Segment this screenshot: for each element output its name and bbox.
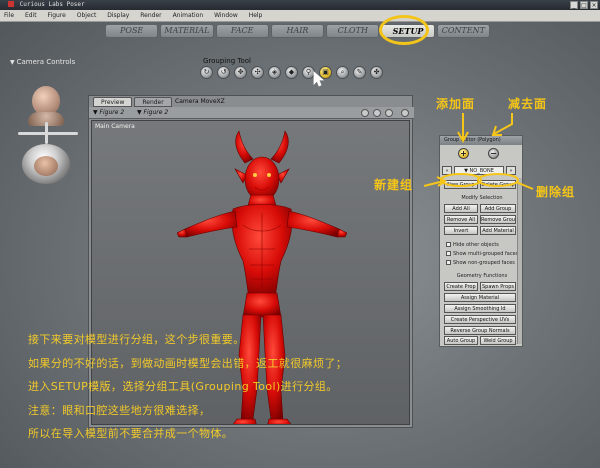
caption-line: 如果分的不好的话，到做动画时模型会出错，返工就很麻烦了； — [28, 356, 348, 370]
delete-group-pointer — [515, 181, 534, 190]
tutorial-caption: 接下来要对模型进行分组，这个步很重要。 如果分的不好的话，到做动画时模型会出错，… — [28, 328, 347, 446]
remove-face-pointer — [493, 113, 513, 135]
caption-line: 进入SETUP模版，选择分组工具(Grouping Tool)进行分组。 — [28, 380, 338, 394]
caption-line: 所以在导入模型前不要合并成一个物体。 — [28, 427, 234, 441]
delete-group-highlight — [477, 173, 519, 187]
add-face-annotation: 添加面 — [436, 97, 476, 111]
remove-face-annotation: 减去面 — [508, 97, 548, 111]
arrow-cursor-icon — [313, 71, 325, 87]
new-group-highlight — [440, 173, 482, 187]
new-group-annotation: 新建组 — [374, 178, 414, 192]
caption-line: 注意：眼和口腔这些地方很难选择， — [28, 403, 211, 417]
caption-line: 接下来要对模型进行分组，这个步很重要。 — [28, 333, 245, 346]
delete-group-annotation: 删除组 — [536, 185, 576, 199]
